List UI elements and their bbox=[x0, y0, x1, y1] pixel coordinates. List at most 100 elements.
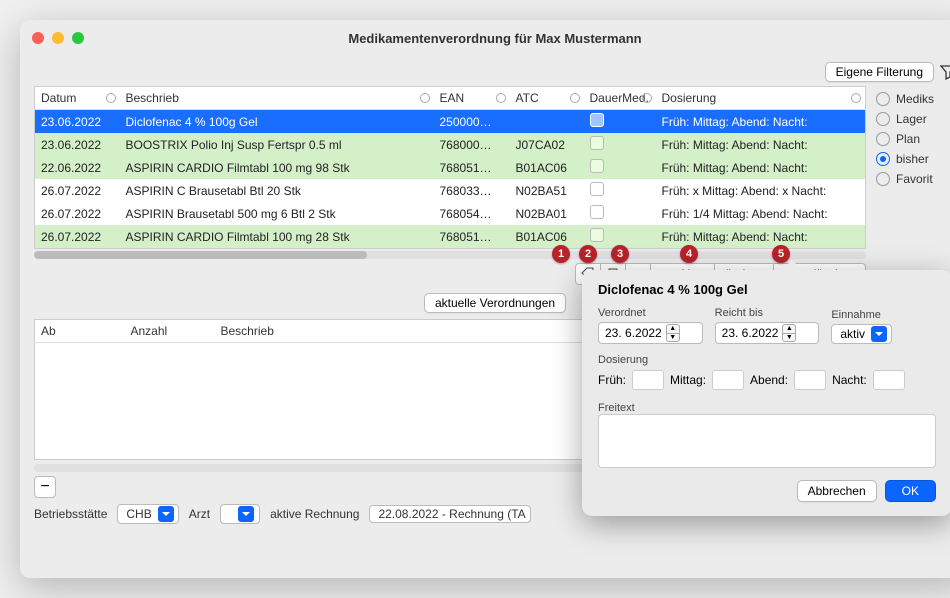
callout-4: 4 bbox=[680, 245, 698, 263]
col-ean[interactable]: EAN bbox=[434, 87, 510, 110]
remove-button[interactable]: − bbox=[34, 476, 56, 498]
col-beschrieb[interactable]: Beschrieb bbox=[120, 87, 434, 110]
stepper-icon[interactable]: ▲▼ bbox=[666, 324, 680, 342]
arzt-label: Arzt bbox=[189, 507, 210, 521]
cell-ean: 768000… bbox=[434, 133, 510, 156]
cell-dosierung: Früh: x Mittag: Abend: x Nacht: bbox=[656, 179, 866, 202]
table-row[interactable]: 26.07.2022ASPIRIN Brausetabl 500 mg 6 Bt… bbox=[35, 202, 866, 225]
cell-dosierung: Früh: 1/4 Mittag: Abend: Nacht: bbox=[656, 202, 866, 225]
table-row[interactable]: 26.07.2022ASPIRIN C Brausetabl Btl 20 St… bbox=[35, 179, 866, 202]
freitext-label: Freitext bbox=[598, 402, 635, 414]
cell-ean: 250000… bbox=[434, 110, 510, 134]
rechnung-select[interactable]: 22.08.2022 - Rechnung (TA bbox=[369, 505, 530, 523]
cell-beschrieb: Diclofenac 4 % 100g Gel bbox=[120, 110, 434, 134]
cell-dosierung: Früh: Mittag: Abend: Nacht: bbox=[656, 156, 866, 179]
cell-dauermed[interactable] bbox=[584, 110, 656, 134]
cell-datum: 26.07.2022 bbox=[35, 202, 120, 225]
frueh-input[interactable] bbox=[632, 370, 664, 390]
horizontal-scrollbar[interactable] bbox=[34, 251, 866, 259]
chevron-down-icon bbox=[238, 506, 254, 522]
reicht-bis-input[interactable]: 23. 6.2022 ▲▼ bbox=[715, 322, 820, 344]
table-row[interactable]: 23.06.2022BOOSTRIX Polio Inj Susp Fertsp… bbox=[35, 133, 866, 156]
arzt-select[interactable] bbox=[220, 504, 260, 524]
aktive-rechnung-label: aktive Rechnung bbox=[270, 507, 359, 521]
einnahme-select[interactable]: aktiv bbox=[831, 324, 892, 344]
einnahme-label: Einnahme bbox=[831, 309, 936, 321]
table-row[interactable]: 23.06.2022Diclofenac 4 % 100g Gel250000…… bbox=[35, 110, 866, 134]
popover-title: Diclofenac 4 % 100g Gel bbox=[598, 282, 936, 297]
betriebsstaette-label: Betriebsstätte bbox=[34, 507, 107, 521]
cell-atc: B01AC06 bbox=[510, 225, 584, 249]
verordnet-label: Verordnet bbox=[598, 307, 703, 319]
cell-atc: N02BA51 bbox=[510, 179, 584, 202]
fullscreen-icon[interactable] bbox=[72, 32, 84, 44]
chevron-down-icon bbox=[158, 506, 174, 522]
cell-atc: N02BA01 bbox=[510, 202, 584, 225]
titlebar: Medikamentenverordnung für Max Musterman… bbox=[20, 20, 950, 56]
filter-radio-group: Mediks Lager Plan bisher Favorit bbox=[876, 86, 950, 285]
cell-beschrieb: ASPIRIN CARDIO Filmtabl 100 mg 28 Stk bbox=[120, 225, 434, 249]
filter-mediks[interactable]: Mediks bbox=[876, 92, 950, 106]
filter-lager[interactable]: Lager bbox=[876, 112, 950, 126]
nacht-input[interactable] bbox=[873, 370, 905, 390]
col-dosierung[interactable]: Dosierung bbox=[656, 87, 866, 110]
cell-dauermed[interactable] bbox=[584, 156, 656, 179]
app-window: Medikamentenverordnung für Max Musterman… bbox=[20, 20, 950, 578]
dosierung-label: Dosierung bbox=[598, 354, 648, 366]
cell-dosierung: Früh: Mittag: Abend: Nacht: bbox=[656, 110, 866, 134]
ok-button[interactable]: OK bbox=[885, 480, 936, 502]
table-header-row: Datum Beschrieb EAN ATC DauerMed. Dosier… bbox=[35, 87, 866, 110]
minimize-icon[interactable] bbox=[52, 32, 64, 44]
cell-ean: 768051… bbox=[434, 156, 510, 179]
aktuelle-verordnungen-button[interactable]: aktuelle Verordnungen bbox=[424, 293, 566, 313]
col-dauermed[interactable]: DauerMed. bbox=[584, 87, 656, 110]
reicht-bis-label: Reicht bis bbox=[715, 307, 820, 319]
medication-table: Datum Beschrieb EAN ATC DauerMed. Dosier… bbox=[34, 86, 866, 249]
cell-dauermed[interactable] bbox=[584, 179, 656, 202]
mittag-input[interactable] bbox=[712, 370, 744, 390]
cell-dauermed[interactable] bbox=[584, 202, 656, 225]
window-title: Medikamentenverordnung für Max Musterman… bbox=[20, 31, 950, 46]
cell-beschrieb: ASPIRIN Brausetabl 500 mg 6 Btl 2 Stk bbox=[120, 202, 434, 225]
cell-datum: 26.07.2022 bbox=[35, 179, 120, 202]
cell-datum: 23.06.2022 bbox=[35, 110, 120, 134]
cell-ean: 768054… bbox=[434, 202, 510, 225]
eigene-filterung-button[interactable]: Eigene Filterung bbox=[825, 62, 934, 82]
filter-favorit[interactable]: Favorit bbox=[876, 172, 950, 186]
betriebsstaette-select[interactable]: CHB bbox=[117, 504, 178, 524]
freitext-input[interactable] bbox=[598, 414, 936, 468]
cell-datum: 23.06.2022 bbox=[35, 133, 120, 156]
callout-1: 1 bbox=[552, 245, 570, 263]
stepper-icon[interactable]: ▲▼ bbox=[782, 324, 796, 342]
cell-beschrieb: ASPIRIN CARDIO Filmtabl 100 mg 98 Stk bbox=[120, 156, 434, 179]
col-datum[interactable]: Datum bbox=[35, 87, 120, 110]
cell-ean: 768033… bbox=[434, 179, 510, 202]
callout-3: 3 bbox=[611, 245, 629, 263]
cell-datum: 22.06.2022 bbox=[35, 156, 120, 179]
cell-atc: J07CA02 bbox=[510, 133, 584, 156]
cell-ean: 768051… bbox=[434, 225, 510, 249]
close-icon[interactable] bbox=[32, 32, 44, 44]
table-row[interactable]: 22.06.2022ASPIRIN CARDIO Filmtabl 100 mg… bbox=[35, 156, 866, 179]
filter-plan[interactable]: Plan bbox=[876, 132, 950, 146]
cell-beschrieb: ASPIRIN C Brausetabl Btl 20 Stk bbox=[120, 179, 434, 202]
filter-bisher[interactable]: bisher bbox=[876, 152, 950, 166]
chevron-down-icon bbox=[871, 326, 887, 342]
window-controls bbox=[32, 32, 84, 44]
callout-2: 2 bbox=[579, 245, 597, 263]
cell-atc: B01AC06 bbox=[510, 156, 584, 179]
filter-icon[interactable] bbox=[940, 64, 950, 80]
edit-popover: Diclofenac 4 % 100g Gel Verordnet 23. 6.… bbox=[582, 270, 950, 516]
cell-dosierung: Früh: Mittag: Abend: Nacht: bbox=[656, 133, 866, 156]
cell-datum: 26.07.2022 bbox=[35, 225, 120, 249]
col-ab[interactable]: Ab bbox=[35, 320, 125, 343]
verordnet-input[interactable]: 23. 6.2022 ▲▼ bbox=[598, 322, 703, 344]
col-anzahl[interactable]: Anzahl bbox=[125, 320, 215, 343]
table-row[interactable]: 26.07.2022ASPIRIN CARDIO Filmtabl 100 mg… bbox=[35, 225, 866, 249]
col-atc[interactable]: ATC bbox=[510, 87, 584, 110]
cell-atc bbox=[510, 110, 584, 134]
abbrechen-button[interactable]: Abbrechen bbox=[797, 480, 877, 502]
cell-beschrieb: BOOSTRIX Polio Inj Susp Fertspr 0.5 ml bbox=[120, 133, 434, 156]
cell-dauermed[interactable] bbox=[584, 133, 656, 156]
abend-input[interactable] bbox=[794, 370, 826, 390]
